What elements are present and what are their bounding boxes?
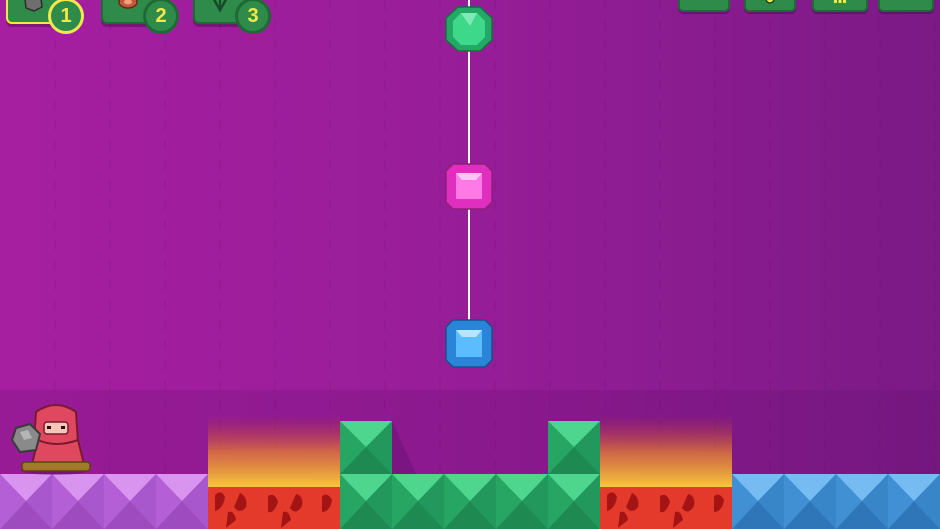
settings-button[interactable] <box>878 0 934 12</box>
game-scene[interactable]: 1 2 3 <box>0 0 940 529</box>
fire-left <box>208 415 340 490</box>
coin-button[interactable] <box>744 0 796 12</box>
meat-icon <box>118 0 138 9</box>
blue-blocks <box>732 474 940 529</box>
inventory-slot-3[interactable]: 3 <box>193 0 271 34</box>
lava-left <box>208 487 340 529</box>
lava-right <box>600 487 732 529</box>
fire-right <box>600 415 732 490</box>
plant-icon <box>212 0 228 12</box>
coin-icon <box>765 0 775 4</box>
menu-button-icon <box>697 0 711 4</box>
green-gem-icon <box>445 6 493 52</box>
blue-gem-icon <box>445 319 493 368</box>
game-canvas <box>0 0 940 529</box>
pink-gem-icon <box>445 163 493 210</box>
menu-button[interactable] <box>678 0 730 12</box>
floor-shadow <box>0 390 940 475</box>
inventory-slot-2[interactable]: 2 <box>101 0 179 34</box>
bars-icon <box>834 0 846 3</box>
rock-icon <box>24 0 43 12</box>
inventory-slot-1[interactable]: 1 <box>6 0 84 34</box>
purple-blocks <box>0 474 208 529</box>
stats-button[interactable] <box>812 0 868 12</box>
settings-icon <box>899 0 913 4</box>
